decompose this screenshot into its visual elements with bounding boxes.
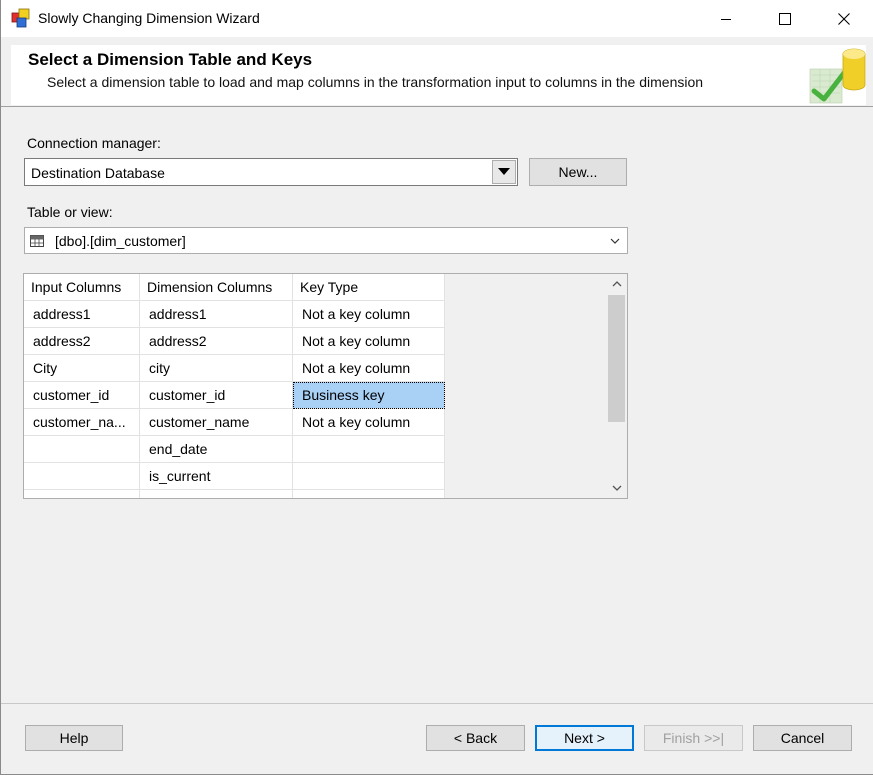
column-header-key-type[interactable]: Key Type	[293, 274, 445, 301]
wizard-header: Select a Dimension Table and Keys Select…	[11, 45, 866, 105]
wizard-graphic	[808, 45, 866, 105]
close-icon[interactable]	[815, 0, 873, 37]
window-title: Slowly Changing Dimension Wizard	[38, 10, 260, 26]
scrollbar-thumb[interactable]	[608, 295, 625, 422]
input-column-cell[interactable]: address2	[24, 328, 140, 355]
minimize-icon[interactable]	[697, 0, 755, 37]
back-button[interactable]: < Back	[426, 725, 525, 751]
input-column-cell[interactable]	[24, 436, 140, 463]
key-type-cell[interactable]: Not a key column	[293, 409, 445, 436]
scroll-down-icon[interactable]	[606, 478, 627, 498]
input-column-cell[interactable]: customer_id	[24, 382, 140, 409]
key-type-cell[interactable]	[293, 436, 445, 463]
table-row[interactable]: is_current	[24, 463, 445, 490]
connection-manager-value: Destination Database	[31, 165, 165, 181]
page-title: Select a Dimension Table and Keys	[28, 50, 313, 69]
table-row[interactable]: City city Not a key column	[24, 355, 445, 382]
connection-manager-select[interactable]: Destination Database	[24, 158, 518, 186]
input-column-cell[interactable]: customer_na...	[24, 409, 140, 436]
finish-button[interactable]: Finish >>|	[644, 725, 743, 751]
key-type-cell[interactable]: Not a key column	[293, 328, 445, 355]
dimension-column-cell[interactable]: city	[140, 355, 293, 382]
dimension-column-cell[interactable]: customer_name	[140, 409, 293, 436]
next-button[interactable]: Next >	[535, 725, 634, 751]
maximize-icon[interactable]	[756, 0, 814, 37]
key-type-cell[interactable]: Not a key column	[293, 355, 445, 382]
dropdown-arrow-icon[interactable]	[492, 160, 516, 184]
column-mapping-grid[interactable]: Input Columns Dimension Columns Key Type…	[23, 273, 628, 499]
column-header-input[interactable]: Input Columns	[24, 274, 140, 301]
dimension-column-cell[interactable]: customer_id	[140, 382, 293, 409]
dimension-column-cell[interactable]: is_current	[140, 463, 293, 490]
page-subtitle: Select a dimension table to load and map…	[47, 74, 704, 90]
dimension-column-cell[interactable]	[140, 490, 293, 498]
input-column-cell[interactable]: address1	[24, 301, 140, 328]
table-row[interactable]	[24, 490, 445, 498]
table-row[interactable]: address1 address1 Not a key column	[24, 301, 445, 328]
input-column-cell[interactable]: City	[24, 355, 140, 382]
dimension-column-cell[interactable]: address1	[140, 301, 293, 328]
key-type-cell[interactable]	[293, 463, 445, 490]
new-connection-button[interactable]: New...	[529, 158, 627, 186]
key-type-cell-selected[interactable]: Business key	[293, 382, 445, 409]
table-view-select[interactable]: [dbo].[dim_customer]	[24, 227, 628, 254]
dimension-column-cell[interactable]: address2	[140, 328, 293, 355]
vertical-scrollbar[interactable]	[606, 274, 627, 498]
app-icon	[11, 8, 31, 28]
column-header-dimension[interactable]: Dimension Columns	[140, 274, 293, 301]
table-view-value: [dbo].[dim_customer]	[55, 233, 186, 249]
grid-header-row: Input Columns Dimension Columns Key Type	[24, 274, 445, 301]
key-type-cell[interactable]: Not a key column	[293, 301, 445, 328]
header-divider	[1, 106, 873, 107]
table-view-label: Table or view:	[27, 204, 113, 220]
help-button[interactable]: Help	[25, 725, 123, 751]
table-row[interactable]: customer_na... customer_name Not a key c…	[24, 409, 445, 436]
table-icon	[30, 234, 44, 250]
title-bar: Slowly Changing Dimension Wizard	[1, 0, 873, 37]
input-column-cell[interactable]	[24, 490, 140, 498]
input-column-cell[interactable]	[24, 463, 140, 490]
table-row[interactable]: customer_id customer_id Business key	[24, 382, 445, 409]
dimension-column-cell[interactable]: end_date	[140, 436, 293, 463]
scroll-up-icon[interactable]	[606, 274, 627, 294]
key-type-cell[interactable]	[293, 490, 445, 498]
grid-body: Input Columns Dimension Columns Key Type…	[24, 274, 607, 498]
table-row[interactable]: address2 address2 Not a key column	[24, 328, 445, 355]
connection-manager-label: Connection manager:	[27, 135, 161, 151]
cancel-button[interactable]: Cancel	[753, 725, 852, 751]
footer-divider	[1, 703, 873, 704]
chevron-down-icon[interactable]	[609, 234, 621, 250]
table-row[interactable]: end_date	[24, 436, 445, 463]
wizard-window: Slowly Changing Dimension Wizard Select …	[0, 0, 873, 775]
